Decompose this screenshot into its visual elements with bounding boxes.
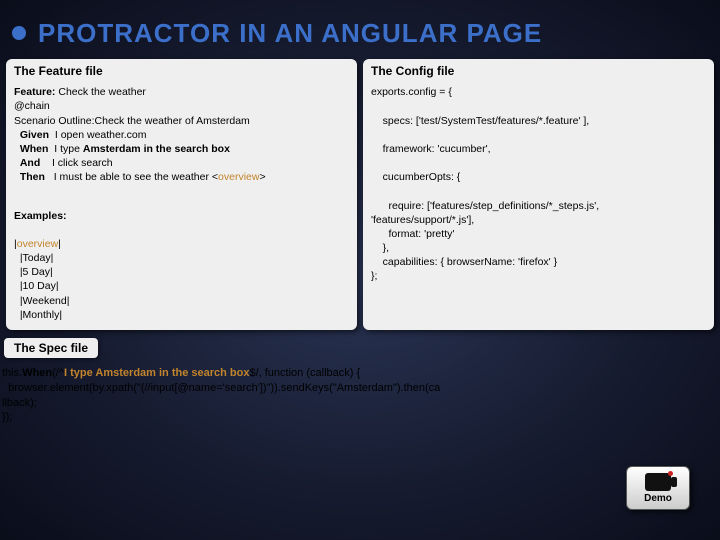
cfg-l9: capabilities: { browserName: 'firefox' } <box>371 256 557 268</box>
bullet-icon <box>12 26 26 40</box>
when-text1: I type <box>54 143 83 155</box>
two-column-layout: The Feature file Feature: Check the weat… <box>0 59 720 330</box>
spec-close: }); <box>2 411 12 423</box>
and-text: I click search <box>52 157 113 169</box>
spec-after2: $/, function (callback) { <box>249 367 360 379</box>
config-heading: The Config file <box>371 63 706 79</box>
then-ov: overview <box>218 171 259 183</box>
cfg-l6: 'features/support/*.js'], <box>371 214 474 226</box>
cfg-l2: specs: ['test/SystemTest/features/*.feat… <box>371 115 589 127</box>
then-text1: I must be able to see the weather < <box>54 171 218 183</box>
ex-5: |Monthly| <box>14 309 62 321</box>
camera-icon <box>645 473 671 491</box>
spec-body-line: browser.element(by.xpath("(//input[@name… <box>2 382 440 394</box>
spec-when: When <box>22 367 52 379</box>
feature-tag: @chain <box>14 100 50 112</box>
spec-pre: this. <box>2 367 22 379</box>
cfg-l7: format: 'pretty' <box>371 228 454 240</box>
demo-label: Demo <box>644 493 672 504</box>
feature-text: Check the weather <box>55 86 145 98</box>
given-kw: Given <box>20 129 49 141</box>
when-kw: When <box>20 143 49 155</box>
ex-4: |Weekend| <box>14 295 69 307</box>
then-kw: Then <box>20 171 45 183</box>
feature-file-panel: The Feature file Feature: Check the weat… <box>6 59 357 330</box>
ex-2: |5 Day| <box>14 266 53 278</box>
ex-0c: | <box>58 238 61 250</box>
demo-button[interactable]: Demo <box>626 466 690 510</box>
feature-body: Feature: Check the weather @chain Scenar… <box>14 85 349 322</box>
spec-body-line2: llback); <box>2 397 37 409</box>
spec-after1: (/^ <box>52 367 64 379</box>
ex-1: |Today| <box>14 252 53 264</box>
ex-0b: overview <box>17 238 58 250</box>
scenario-line: Scenario Outline:Check the weather of Am… <box>14 115 250 127</box>
then-text2: > <box>259 171 265 183</box>
cfg-l3: framework: 'cucumber', <box>371 143 491 155</box>
spec-heading: The Spec file <box>4 338 98 358</box>
examples-heading: Examples: <box>14 209 349 223</box>
spec-body: this.When(/^I type Amsterdam in the sear… <box>0 362 720 425</box>
feature-kw: Feature: <box>14 86 55 98</box>
page-title: PROTRACTOR IN AN ANGULAR PAGE <box>0 0 720 59</box>
cfg-l1: exports.config = { <box>371 86 452 98</box>
config-file-panel: The Config file exports.config = { specs… <box>363 59 714 330</box>
cfg-l5: require: ['features/step_definitions/*_s… <box>371 200 599 212</box>
when-bold: Amsterdam in the search box <box>83 143 230 155</box>
given-text: I open weather.com <box>55 129 147 141</box>
cfg-l10: }; <box>371 270 377 282</box>
ex-3: |10 Day| <box>14 280 59 292</box>
spec-itype: I type Amsterdam in the search box <box>64 367 249 379</box>
title-text: PROTRACTOR IN AN ANGULAR PAGE <box>38 18 542 48</box>
and-kw: And <box>20 157 40 169</box>
config-body: exports.config = { specs: ['test/SystemT… <box>371 85 706 283</box>
cfg-l4: cucumberOpts: { <box>371 171 460 183</box>
feature-heading: The Feature file <box>14 63 349 79</box>
cfg-l8: }, <box>371 242 389 254</box>
